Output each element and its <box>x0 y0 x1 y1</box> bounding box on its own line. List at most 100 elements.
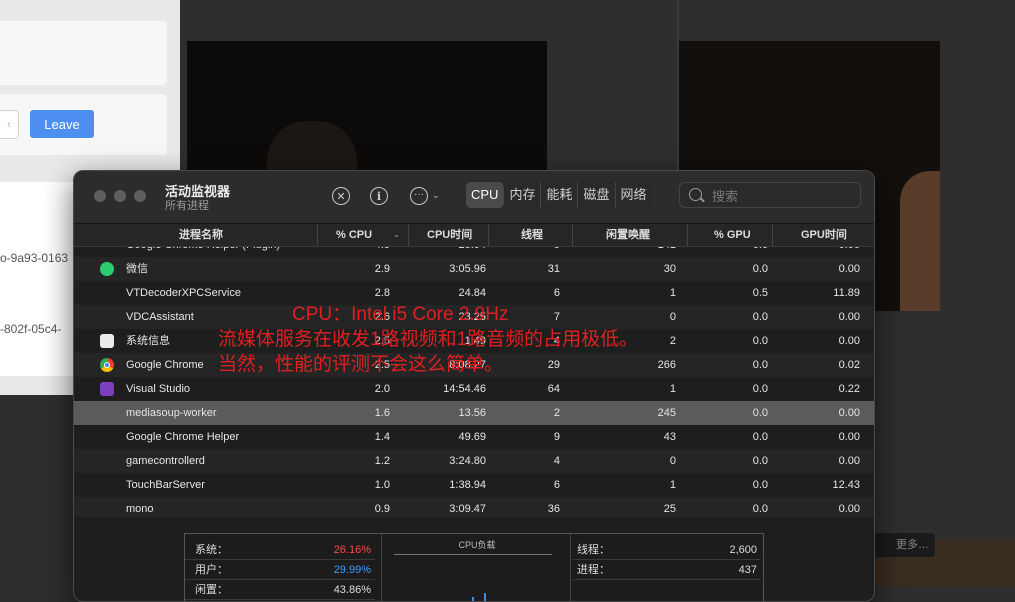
stat-threads-label: 线程： <box>577 544 610 556</box>
cell-cpu: 1.6 <box>374 407 390 419</box>
column-header-cpu-label: % CPU <box>336 229 373 241</box>
table-row[interactable]: 微信 2.9 3:05.96 31 30 0.0 0.00 <box>74 257 874 281</box>
column-header-idle-wakeups[interactable]: 闲置唤醒 <box>572 224 684 246</box>
stat-threads: 线程： 2,600 <box>573 540 761 560</box>
column-header-threads[interactable]: 线程 <box>488 224 574 246</box>
cell-gpu-time: 0.00 <box>838 335 860 347</box>
cpu-summary-panel: 系统： 26.16% 用户： 29.99% 闲置： 43.86% CPU负载 线… <box>184 533 764 601</box>
stat-user: 用户： 29.99% <box>185 560 375 580</box>
cell-gpu: 0.0 <box>752 359 768 371</box>
cell-cpu-time: 25.94 <box>408 247 486 257</box>
cell-gpu-time: 0.00 <box>838 311 860 323</box>
background-id-text: o-9a93-0163 <box>0 251 69 265</box>
info-icon[interactable]: i <box>370 187 388 205</box>
cell-threads: 36 <box>547 503 560 515</box>
tab-disk[interactable]: 磁盘 <box>578 182 616 208</box>
process-name: TouchBarServer <box>126 479 205 491</box>
cell-cpu: 1.2 <box>374 455 390 467</box>
cell-idle-wakeups: 1 <box>669 287 676 299</box>
cpu-load-graph-panel: CPU负载 <box>381 534 571 601</box>
cell-gpu: 0.5 <box>752 287 768 299</box>
tab-network[interactable]: 网络 <box>616 182 652 208</box>
process-name: Google Chrome Helper (Plugin) <box>126 247 280 257</box>
cpu-load-spike <box>472 597 474 601</box>
minimize-window-button[interactable] <box>114 190 126 202</box>
table-row[interactable]: gamecontrollerd 1.2 3:24.80 4 0 0.0 0.00 <box>74 449 874 473</box>
process-name: Google Chrome <box>126 359 204 371</box>
wechat-icon <box>100 262 114 276</box>
cell-threads: 9 <box>553 431 560 443</box>
process-name: mono <box>126 503 154 515</box>
cell-idle-wakeups: 1 <box>669 383 676 395</box>
column-header-process-name[interactable]: 进程名称 <box>179 224 279 246</box>
stat-idle-value: 43.86% <box>333 584 371 596</box>
cell-gpu: 0.0 <box>752 479 768 491</box>
column-header-cpu[interactable]: % CPU ⌄ <box>317 224 400 246</box>
cell-gpu-time: 0.00 <box>838 455 860 467</box>
more-actions-icon[interactable]: ··· <box>410 187 428 205</box>
background-video <box>187 41 547 171</box>
chevron-down-icon[interactable]: ⌄ <box>432 190 440 201</box>
cell-threads: 4 <box>553 455 560 467</box>
background-select[interactable]: ‹ <box>0 110 19 139</box>
cell-cpu: 2.9 <box>374 263 390 275</box>
search-input[interactable] <box>710 186 854 206</box>
stop-process-icon[interactable]: ✕ <box>332 187 350 205</box>
cell-gpu: 0.0 <box>752 455 768 467</box>
stat-processes: 进程： 437 <box>573 560 761 580</box>
annotation-line-2: 流媒体服务在收发1路视频和1路音频的占用极低。 <box>218 329 639 350</box>
system-info-icon <box>100 334 114 348</box>
table-row[interactable]: Google Chrome Helper (Plugin) 4.5 25.949 14… <box>74 247 874 257</box>
search-box[interactable] <box>679 182 861 208</box>
process-name: VTDecoderXPCService <box>126 287 241 299</box>
process-name: gamecontrollerd <box>126 455 205 467</box>
cell-cpu: 1.0 <box>374 479 390 491</box>
tab-memory[interactable]: 内存 <box>504 182 542 208</box>
tab-energy[interactable]: 能耗 <box>541 182 579 208</box>
zoom-window-button[interactable] <box>134 190 146 202</box>
background-more-button[interactable]: 更多… <box>873 533 935 557</box>
process-name: mediasoup-worker <box>126 407 217 419</box>
cell-gpu-time: 0.00 <box>838 263 860 275</box>
stat-threads-value: 2,600 <box>729 544 757 556</box>
activity-monitor-window: 活动监视器 所有进程 ✕ i ··· ⌄ CPU 内存 能耗 磁盘 网络 进程名… <box>73 170 875 602</box>
stat-user-value: 29.99% <box>333 564 371 576</box>
stat-idle-label: 闲置： <box>195 584 228 596</box>
cell-cpu-time: 3:24.80 <box>449 455 486 467</box>
cell-cpu-time: 1:38.94 <box>449 479 486 491</box>
background-id-text: -802f-05c4- <box>0 322 62 336</box>
cell-idle-wakeups: 1 <box>669 479 676 491</box>
cell-gpu-time: 0.00 <box>838 431 860 443</box>
cell-idle-wakeups: 43 <box>663 431 676 443</box>
table-row[interactable]: mono 0.9 3:09.47 36 25 0.0 0.00 <box>74 497 874 517</box>
cell-gpu-time: 0.00 <box>772 247 860 257</box>
cell-threads: 6 <box>553 287 560 299</box>
cell-idle-wakeups: 245 <box>657 407 676 419</box>
table-row[interactable]: VTDecoderXPCService 2.8 24.84 6 1 0.5 11.89 <box>74 281 874 305</box>
cell-idle-wakeups: 141 <box>572 247 676 257</box>
background-card <box>0 21 167 85</box>
cell-idle-wakeups: 25 <box>663 503 676 515</box>
process-list[interactable]: Google Chrome Helper (Plugin)4.525.94914… <box>74 247 874 517</box>
cell-idle-wakeups: 30 <box>663 263 676 275</box>
cell-gpu-time: 11.89 <box>833 287 860 299</box>
table-row[interactable]: TouchBarServer 1.0 1:38.94 6 1 0.0 12.43 <box>74 473 874 497</box>
cell-threads: 31 <box>547 263 560 275</box>
cell-cpu-time: 49.69 <box>458 431 486 443</box>
column-header-cpu-time[interactable]: CPU时间 <box>408 224 498 246</box>
close-window-button[interactable] <box>94 190 106 202</box>
table-row[interactable]: Visual Studio 2.0 14:54.46 64 1 0.0 0.22 <box>74 377 874 401</box>
process-name: Visual Studio <box>126 383 191 395</box>
cell-threads: 9 <box>488 247 560 257</box>
cell-cpu-time: 3:09.47 <box>449 503 486 515</box>
leave-button[interactable]: Leave <box>30 110 94 138</box>
tab-cpu[interactable]: CPU <box>466 182 505 208</box>
sort-descending-icon: ⌄ <box>393 230 400 239</box>
cell-gpu: 0.0 <box>752 263 768 275</box>
table-row[interactable]: Google Chrome Helper 1.4 49.69 9 43 0.0 0.00 <box>74 425 874 449</box>
column-header-gpu-time[interactable]: GPU时间 <box>772 224 873 246</box>
cell-cpu: 1.4 <box>374 431 390 443</box>
process-name: Google Chrome Helper <box>126 431 240 443</box>
table-row[interactable]: mediasoup-worker 1.6 13.56 2 245 0.0 0.00 <box>74 401 874 425</box>
cell-cpu-time: 14:54.46 <box>443 383 486 395</box>
